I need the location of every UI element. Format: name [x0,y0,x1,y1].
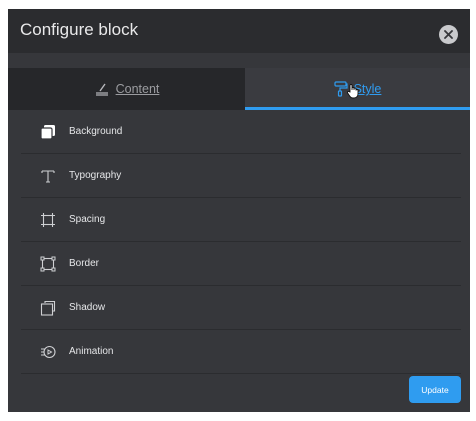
pen-underline-icon [94,82,110,96]
list-item-shadow[interactable]: Shadow [21,286,461,330]
background-icon [39,123,57,141]
style-options-list: Background Typography Spacing Border Sha… [21,110,461,374]
list-item-background[interactable]: Background [21,110,461,154]
configure-block-modal: Configure block Content Style Background… [8,9,470,412]
shadow-icon [39,299,57,317]
tab-bar: Content Style [8,68,470,110]
tab-content[interactable]: Content [8,68,245,110]
list-item-spacing[interactable]: Spacing [21,198,461,242]
list-item-label: Background [69,126,123,137]
modal-title: Configure block [20,20,139,39]
list-item-border[interactable]: Border [21,242,461,286]
list-item-label: Animation [69,346,114,357]
list-item-label: Border [69,258,100,269]
spacing-icon [39,211,57,229]
close-icon[interactable] [439,25,458,44]
tab-content-label: Content [115,82,160,96]
list-item-label: Shadow [69,302,106,313]
list-item-animation[interactable]: Animation [21,330,461,374]
border-icon [39,255,57,273]
update-button[interactable]: Update [409,376,461,403]
list-item-label: Typography [69,170,122,181]
list-item-label: Spacing [69,214,106,225]
list-item-typography[interactable]: Typography [21,154,461,198]
modal-header: Configure block [8,9,470,53]
animation-icon [39,343,57,361]
hand-cursor-icon [346,83,360,103]
typography-icon [39,167,57,185]
